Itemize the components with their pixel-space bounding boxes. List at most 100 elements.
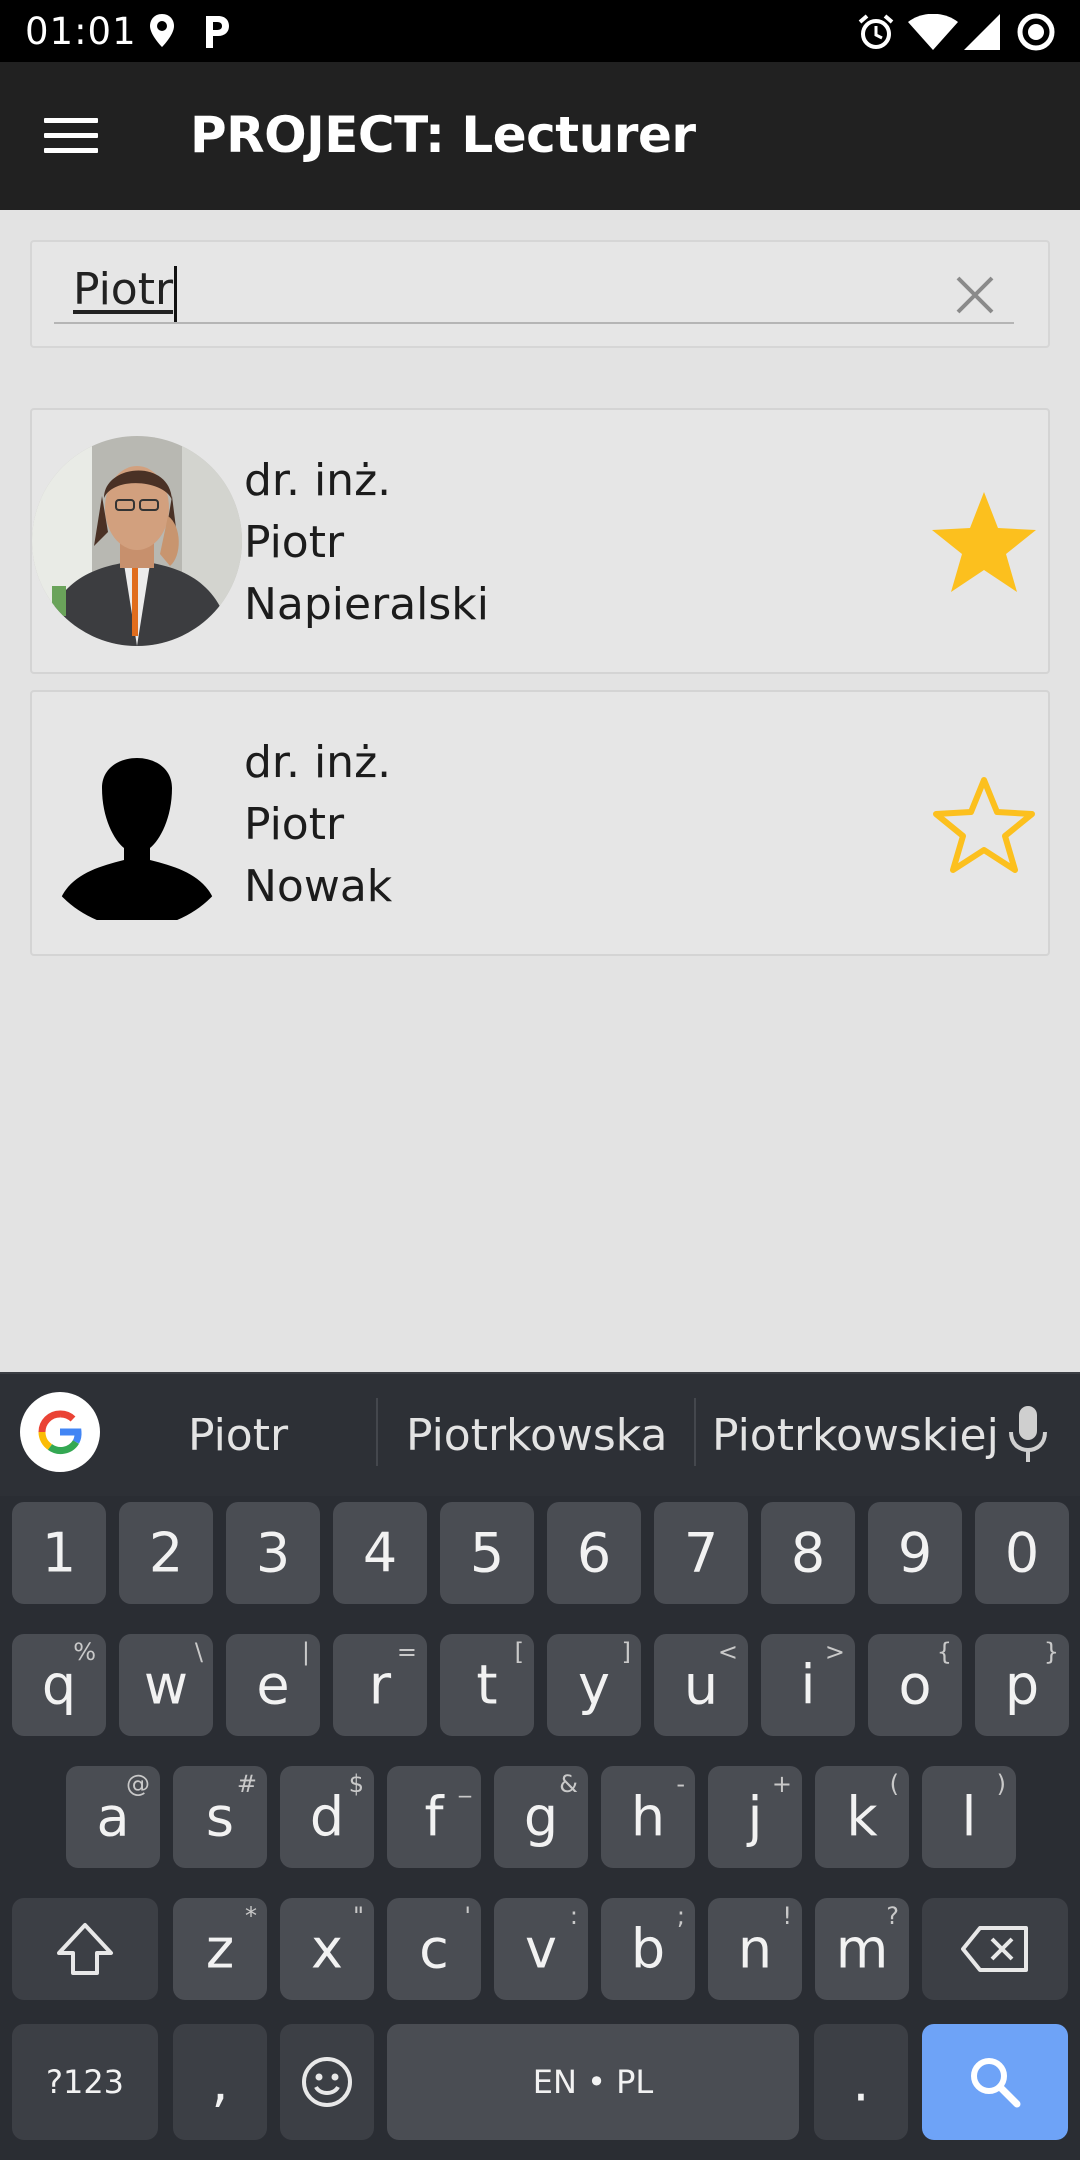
key-q[interactable]: q%	[12, 1634, 106, 1736]
suggestion-1[interactable]: Piotr	[188, 1410, 288, 1461]
lecturer-card[interactable]: dr. inż. Piotr Napieralski	[30, 408, 1050, 674]
key-label: 8	[790, 1521, 826, 1585]
key-i[interactable]: i >	[761, 1634, 855, 1736]
key-3[interactable]: 3	[226, 1502, 320, 1604]
search-icon	[922, 2054, 1068, 2110]
backspace-key[interactable]	[922, 1898, 1068, 2000]
key-l[interactable]: l)	[922, 1766, 1016, 1868]
page-title: PROJECT: Lecturer	[190, 106, 696, 164]
key-m[interactable]: m?	[815, 1898, 909, 2000]
key-u[interactable]: u <	[654, 1634, 748, 1736]
key-z[interactable]: z *	[173, 1898, 267, 2000]
key-f[interactable]: f _	[387, 1766, 481, 1868]
emoji-key[interactable]	[280, 2024, 374, 2140]
lecturer-card[interactable]: dr. inż. Piotr Nowak	[30, 690, 1050, 956]
key-p[interactable]: p}	[975, 1634, 1069, 1736]
signal-icon	[964, 14, 1000, 50]
clear-icon[interactable]	[952, 272, 998, 318]
key-hint: '	[464, 1902, 471, 1930]
key-hint: ;	[676, 1902, 685, 1930]
google-icon[interactable]	[20, 1392, 100, 1472]
circle-icon	[1017, 13, 1055, 51]
key-hint: }	[1043, 1638, 1059, 1666]
key-label: 9	[897, 1521, 933, 1585]
wifi-icon	[908, 14, 958, 50]
key-x[interactable]: x "	[280, 1898, 374, 2000]
text-cursor	[174, 266, 177, 322]
key-label: 3	[255, 1521, 291, 1585]
key-9[interactable]: 9	[868, 1502, 962, 1604]
key-hint: @	[126, 1770, 150, 1798]
key-o[interactable]: o{	[868, 1634, 962, 1736]
key-d[interactable]: d $	[280, 1766, 374, 1868]
suggestion-bar: Piotr Piotrkowska Piotrkowskiej	[0, 1372, 1080, 1496]
key-v[interactable]: v:	[494, 1898, 588, 2000]
key-label: ,	[211, 2050, 229, 2114]
key-7[interactable]: 7	[654, 1502, 748, 1604]
key-hint: #	[236, 1770, 257, 1798]
key-6[interactable]: 6	[547, 1502, 641, 1604]
backspace-icon	[922, 1924, 1068, 1974]
symbols-key[interactable]: ?123	[12, 2024, 158, 2140]
key-label: 2	[148, 1521, 184, 1585]
key-n[interactable]: n!	[708, 1898, 802, 2000]
key-b[interactable]: b;	[601, 1898, 695, 2000]
key-4[interactable]: 4	[333, 1502, 427, 1604]
lecturer-first-name: Piotr	[244, 517, 345, 568]
shift-icon	[12, 1921, 158, 1977]
key-s[interactable]: s #	[173, 1766, 267, 1868]
lecturer-title: dr. inż.	[244, 455, 392, 506]
microphone-icon[interactable]	[1006, 1404, 1050, 1466]
lecturer-title: dr. inż.	[244, 737, 392, 788]
comma-key[interactable]: ,	[173, 2024, 267, 2140]
key-c[interactable]: c '	[387, 1898, 481, 2000]
key-t[interactable]: t[	[440, 1634, 534, 1736]
key-j[interactable]: j +	[708, 1766, 802, 1868]
favorite-star-outline-icon[interactable]	[928, 770, 1040, 882]
key-0[interactable]: 0	[975, 1502, 1069, 1604]
key-8[interactable]: 8	[761, 1502, 855, 1604]
key-1[interactable]: 1	[12, 1502, 106, 1604]
key-hint: *	[245, 1902, 257, 1930]
favorite-star-filled-icon[interactable]	[928, 488, 1040, 600]
menu-icon[interactable]	[44, 118, 98, 154]
key-hint: :	[569, 1902, 578, 1930]
key-hint: =	[396, 1638, 417, 1666]
key-5[interactable]: 5	[440, 1502, 534, 1604]
key-label: 1	[41, 1521, 77, 1585]
key-label: ?123	[45, 2063, 125, 2101]
key-w[interactable]: w \	[119, 1634, 213, 1736]
key-hint: )	[996, 1770, 1006, 1798]
emoji-icon	[280, 2055, 374, 2109]
search-key[interactable]	[922, 2024, 1068, 2140]
key-hint: (	[889, 1770, 899, 1798]
suggestion-3[interactable]: Piotrkowskiej	[712, 1410, 999, 1461]
key-k[interactable]: k(	[815, 1766, 909, 1868]
key-a[interactable]: a @	[66, 1766, 160, 1868]
key-r[interactable]: r =	[333, 1634, 427, 1736]
key-y[interactable]: y]	[547, 1634, 641, 1736]
key-hint: &	[559, 1770, 578, 1798]
period-key[interactable]: .	[814, 2024, 908, 2140]
key-2[interactable]: 2	[119, 1502, 213, 1604]
search-input[interactable]	[54, 260, 1014, 324]
key-e[interactable]: e |	[226, 1634, 320, 1736]
search-card	[30, 240, 1050, 348]
status-bar: 01:01	[0, 0, 1080, 62]
search-input-value[interactable]: Piotr	[73, 264, 173, 315]
key-hint: !	[782, 1902, 792, 1930]
key-hint: ]	[621, 1638, 631, 1666]
location-icon	[150, 14, 174, 47]
suggestion-2[interactable]: Piotrkowska	[406, 1410, 667, 1461]
lecturer-last-name: Nowak	[244, 861, 393, 912]
key-g[interactable]: g &	[494, 1766, 588, 1868]
key-h[interactable]: h-	[601, 1766, 695, 1868]
key-label: .	[852, 2050, 870, 2114]
key-label: 6	[576, 1521, 612, 1585]
space-key[interactable]: EN • PL	[387, 2024, 799, 2140]
key-label: 0	[1004, 1521, 1040, 1585]
shift-key[interactable]	[12, 1898, 158, 2000]
lecturer-avatar-photo	[32, 436, 242, 646]
lecturer-last-name: Napieralski	[244, 579, 490, 630]
key-hint: $	[348, 1770, 364, 1798]
